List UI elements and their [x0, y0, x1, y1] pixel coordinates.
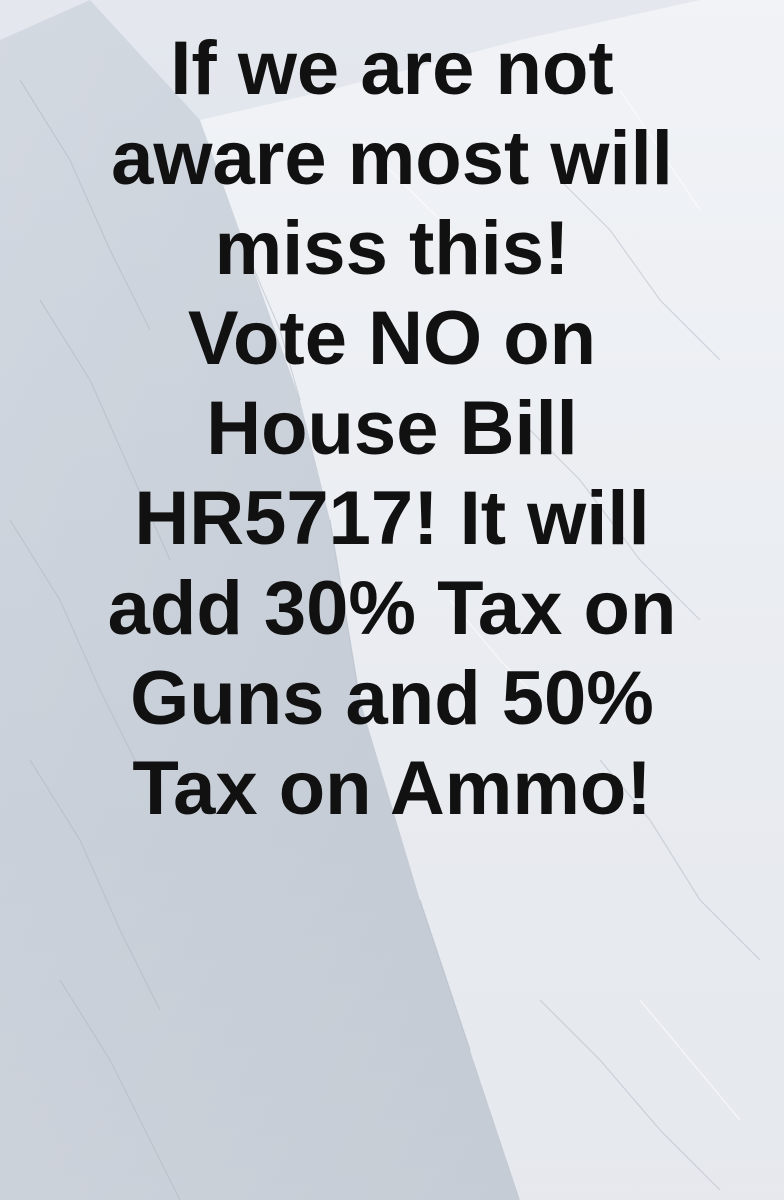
headline-line-9: Tax on Ammo! [132, 746, 652, 831]
headline-line-3: miss this! [214, 206, 570, 291]
headline-line-7: add 30% Tax on [107, 566, 677, 651]
headline-line-1: If we are not [170, 26, 614, 111]
headline-line-2: aware most will [111, 116, 673, 201]
headline-line-8: Guns and 50% [130, 656, 654, 741]
headline-line-6: HR5717! It will [134, 476, 650, 561]
headline-text: If we are not aware most will miss this!… [12, 24, 772, 834]
headline-line-4: Vote NO on [187, 296, 597, 381]
meme-image: If we are not aware most will miss this!… [0, 0, 784, 1200]
headline-line-5: House Bill [206, 386, 578, 471]
